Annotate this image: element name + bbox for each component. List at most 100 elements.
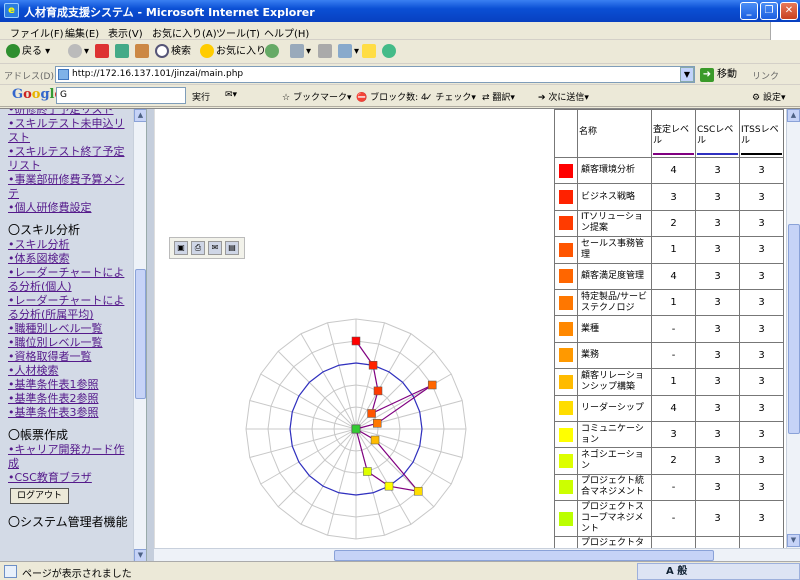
- sidebar-link[interactable]: •基準条件表1参照: [8, 378, 132, 392]
- sidebar-link[interactable]: •体系図検索: [8, 252, 132, 266]
- page-content: •研修終了予定リスト •スキルテスト未申込リスト •スキルテスト終了予定リスト •事業…: [0, 108, 800, 562]
- title-bar: e 人材育成支援システム - Microsoft Internet Explor…: [0, 0, 800, 22]
- table-scroll-down-arrow-icon[interactable]: ▼: [787, 534, 800, 547]
- horizontal-scroll-thumb[interactable]: [334, 550, 714, 561]
- sidebar-link[interactable]: •スキルテスト未申込リスト: [8, 117, 132, 145]
- popup-blocker-button[interactable]: ⛔ ブロック数: 4: [356, 90, 427, 103]
- messenger-button[interactable]: [382, 44, 398, 60]
- favorites-star-icon: [200, 44, 214, 58]
- links-label[interactable]: リンク: [752, 69, 779, 82]
- sidebar-link[interactable]: •研修終了予定リスト: [8, 109, 132, 117]
- menu-favorites[interactable]: お気に入り(A): [152, 25, 217, 40]
- bookmarks-button[interactable]: ☆ ブックマーク▾: [282, 90, 351, 103]
- table-row: 特定製品/サービステクノロジ 1 3 3: [554, 288, 784, 317]
- scroll-up-arrow-icon[interactable]: ▲: [134, 109, 146, 122]
- table-scrollbar[interactable]: ▲ ▼: [786, 109, 800, 548]
- menu-tools[interactable]: ツール(T): [216, 25, 260, 40]
- history-button[interactable]: [265, 44, 281, 60]
- back-button[interactable]: 戻る ▾: [6, 44, 50, 60]
- color-swatch: [559, 374, 573, 389]
- table-row: ビジネス戦略 3 3 3: [554, 183, 784, 211]
- mail-icon[interactable]: ✉: [208, 241, 222, 255]
- radar-grid-spoke: [277, 350, 357, 430]
- menu-file[interactable]: ファイル(F): [10, 25, 64, 40]
- ime-tray[interactable]: A 般: [637, 563, 800, 580]
- sidebar-link[interactable]: •スキル分析: [8, 238, 132, 252]
- address-dropdown[interactable]: ▼: [680, 67, 694, 82]
- restore-button[interactable]: ❐: [760, 2, 778, 20]
- history-icon: [265, 44, 279, 58]
- forward-button[interactable]: ▾: [68, 44, 89, 60]
- menu-help[interactable]: ヘルプ(H): [264, 25, 309, 40]
- stop-button[interactable]: [95, 44, 111, 60]
- menu-view[interactable]: 表示(V): [108, 25, 143, 40]
- sidebar-link[interactable]: •キャリア開発カード作成: [8, 443, 132, 471]
- print-icon[interactable]: ⎙: [191, 241, 205, 255]
- color-swatch: [559, 427, 573, 442]
- header-swatch: [554, 109, 578, 158]
- address-input[interactable]: http://172.16.137.101/jinzai/main.php: [55, 66, 695, 83]
- frame-splitter[interactable]: [146, 109, 154, 562]
- skill-name: ネゴシエーション: [577, 447, 652, 475]
- gmail-icon[interactable]: ✉▾: [225, 90, 237, 100]
- sidebar-link[interactable]: •CSC教育ブラザ: [8, 471, 132, 485]
- spell-check-button[interactable]: ✓ チェック▾: [425, 90, 476, 103]
- minimize-button[interactable]: _: [740, 2, 758, 20]
- favorites-button[interactable]: お気に入り: [200, 44, 266, 60]
- sidebar-link[interactable]: •基準条件表3参照: [8, 406, 132, 420]
- home-icon: [135, 44, 149, 58]
- radar-grid-spoke: [260, 373, 357, 430]
- sidebar-scroll-thumb[interactable]: [135, 269, 146, 399]
- sidebar-link[interactable]: •事業部研修費予算メンテ: [8, 173, 132, 201]
- table-scroll-thumb[interactable]: [788, 224, 800, 434]
- close-button[interactable]: ✕: [780, 2, 798, 20]
- level-value: 3: [695, 156, 740, 185]
- level-value: 3: [739, 209, 784, 238]
- header-name: 名称: [577, 109, 652, 158]
- print-button[interactable]: [318, 44, 334, 60]
- folder-icon[interactable]: ▤: [225, 241, 239, 255]
- sidebar-link[interactable]: •スキルテスト終了予定リスト: [8, 145, 132, 173]
- sidebar-scrollbar[interactable]: ▲ ▼: [133, 109, 146, 562]
- level-value: 3: [739, 341, 784, 370]
- sidebar-link[interactable]: •職位別レベル一覧: [8, 336, 132, 350]
- mail-button[interactable]: ▾: [290, 44, 311, 60]
- sidebar-link[interactable]: •レーダーチャートによる分析(個人): [8, 266, 132, 294]
- go-button[interactable]: ➜ 移動: [700, 67, 737, 83]
- level-value: 3: [739, 368, 784, 396]
- section-skill-analysis: 〇スキル分析: [8, 223, 81, 237]
- discuss-button[interactable]: [362, 44, 378, 60]
- send-to-button[interactable]: ➔ 次に送信▾: [538, 90, 589, 103]
- edit-button[interactable]: ▾: [338, 44, 359, 60]
- sidebar-link[interactable]: •レーダーチャートによる分析(所属平均): [8, 294, 132, 322]
- skill-name: 業種: [577, 315, 652, 343]
- table-scroll-up-arrow-icon[interactable]: ▲: [787, 109, 800, 122]
- level-value: 3: [651, 183, 696, 211]
- sidebar-link[interactable]: •職種別レベル一覧: [8, 322, 132, 336]
- google-search-input[interactable]: G: [56, 87, 186, 104]
- settings-button[interactable]: ⚙ 設定▾: [752, 90, 785, 103]
- sidebar-link[interactable]: •基準条件表2参照: [8, 392, 132, 406]
- search-button[interactable]: 検索: [155, 44, 191, 60]
- save-icon[interactable]: ▣: [174, 241, 188, 255]
- translate-button[interactable]: ⇄ 翻訳▾: [482, 90, 515, 103]
- table-row: ITソリューション提案 2 3 3: [554, 209, 784, 238]
- sidebar-link[interactable]: •人材検索: [8, 364, 132, 378]
- level-value: -: [651, 536, 696, 548]
- settings-label: 設定: [762, 93, 781, 103]
- home-button[interactable]: [135, 44, 151, 60]
- logout-button[interactable]: ログアウト: [10, 488, 70, 504]
- legend-line-itss: [741, 153, 782, 155]
- refresh-button[interactable]: [115, 44, 131, 60]
- google-toolbar: Google G 実行 ✉▾ ☆ ブックマーク▾ ⛔ ブロック数: 4 ✓ チェ…: [0, 85, 800, 107]
- radar-grid-spoke: [277, 428, 357, 508]
- page-done-icon: [4, 565, 17, 578]
- sidebar-link[interactable]: •個人研修費設定: [8, 201, 132, 215]
- menu-edit[interactable]: 編集(E): [65, 25, 99, 40]
- search-icon: [155, 44, 169, 58]
- sidebar-link[interactable]: •資格取得者一覧: [8, 350, 132, 364]
- horizontal-scrollbar[interactable]: [154, 548, 800, 562]
- google-run-button[interactable]: 実行: [192, 90, 210, 103]
- table-row: リーダーシップ 4 3 3: [554, 394, 784, 422]
- radar-grid-spoke: [327, 322, 357, 430]
